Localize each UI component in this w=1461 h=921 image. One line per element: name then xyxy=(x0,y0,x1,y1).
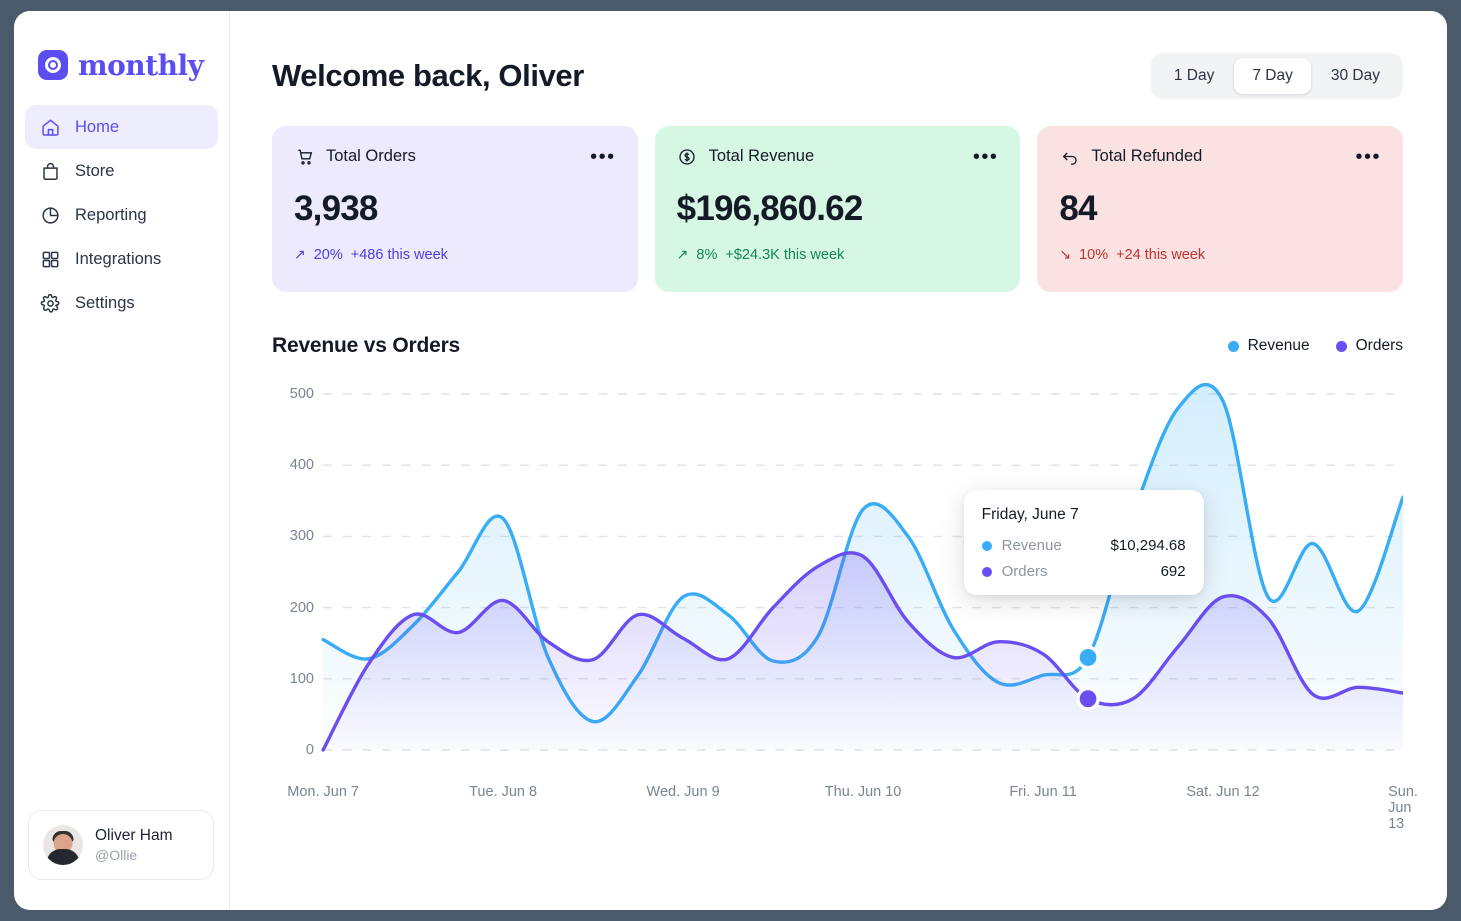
x-axis-labels: Mon. Jun 7 Tue. Jun 8 Wed. Jun 9 Thu. Jun 1… xyxy=(272,784,1418,832)
app-window: monthly Home Store Reporting Integration… xyxy=(14,11,1447,910)
dollar-circle-icon xyxy=(677,146,698,167)
revenue-vs-orders-chart[interactable]: 0 100 200 300 400 500 Mon. Jun 7 Tue. Jun 8 Wed… xyxy=(272,380,1418,832)
sidebar-item-settings[interactable]: Settings xyxy=(25,281,218,325)
brand-logo[interactable]: monthly xyxy=(14,11,229,83)
tooltip-title: Friday, June 7 xyxy=(981,506,1079,523)
legend-color-swatch xyxy=(1227,340,1239,352)
card-value: 84 xyxy=(1059,189,1097,228)
sidebar-item-integrations[interactable]: Integrations xyxy=(25,237,218,281)
stat-card-total-orders: Total Orders ••• 3,938 ↗ 20% +486 this w… xyxy=(272,126,638,292)
stat-card-total-refunded: Total Refunded ••• 84 ↘ 10% +24 this wee… xyxy=(1037,126,1404,292)
ellipsis-icon[interactable]: ••• xyxy=(1356,147,1382,167)
user-profile-card[interactable]: Oliver Ham @Ollie xyxy=(28,810,214,880)
avatar xyxy=(43,825,83,865)
tooltip-series-value: 692 xyxy=(1160,563,1186,580)
stat-cards: Total Orders ••• 3,938 ↗ 20% +486 this w… xyxy=(272,126,1404,292)
card-delta: +24 this week xyxy=(1116,246,1206,263)
x-axis-tick: Wed. Jun 9 xyxy=(646,784,720,800)
sidebar-item-label: Integrations xyxy=(75,249,162,268)
sidebar-item-reporting[interactable]: Reporting xyxy=(25,193,218,237)
card-percent: 8% xyxy=(696,246,718,263)
home-icon xyxy=(40,117,61,138)
page-title: Welcome back, Oliver xyxy=(272,58,584,93)
card-value: 3,938 xyxy=(294,189,378,228)
sidebar-item-store[interactable]: Store xyxy=(25,149,218,193)
card-label: Total Refunded xyxy=(1091,147,1203,165)
chart-tooltip: Friday, June 7 Revenue $10,294.68 Orders… xyxy=(963,490,1204,595)
chart-title: Revenue vs Orders xyxy=(272,334,461,357)
profile-name: Oliver Ham xyxy=(95,827,173,845)
x-axis-tick: Fri. Jun 11 xyxy=(1009,784,1077,800)
ellipsis-icon[interactable]: ••• xyxy=(973,147,999,167)
x-axis-tick: Thu. Jun 10 xyxy=(824,784,902,800)
card-percent: 20% xyxy=(313,246,343,263)
sidebar-item-home[interactable]: Home xyxy=(25,105,218,149)
x-axis-tick: Sun. Jun 13 xyxy=(1388,784,1418,832)
card-value: $196,860.62 xyxy=(676,189,864,228)
sidebar-item-label: Store xyxy=(75,161,115,180)
legend-color-swatch xyxy=(1335,340,1347,352)
chart-plot xyxy=(272,380,1403,780)
target-dot-icon xyxy=(38,50,68,80)
tooltip-series-name: Orders xyxy=(1001,563,1048,580)
range-7-day[interactable]: 7 Day xyxy=(1234,58,1311,94)
pie-chart-icon xyxy=(40,205,61,226)
sidebar-item-label: Settings xyxy=(75,293,135,312)
x-axis-tick: Mon. Jun 7 xyxy=(287,784,360,800)
chart-legend: Revenue Orders xyxy=(1227,337,1403,355)
sidebar-item-label: Reporting xyxy=(75,205,147,224)
tooltip-row-orders: Orders 692 xyxy=(981,563,1186,580)
range-1-day[interactable]: 1 Day xyxy=(1156,58,1233,94)
grid-icon xyxy=(40,249,61,270)
chart-marker-revenue[interactable] xyxy=(1079,648,1097,666)
chart-marker-orders[interactable] xyxy=(1079,690,1097,708)
topbar: Welcome back, Oliver 1 Day 7 Day 30 Day xyxy=(272,11,1403,99)
legend-label: Revenue xyxy=(1247,337,1310,354)
legend-item-orders[interactable]: Orders xyxy=(1335,337,1403,355)
card-percent: 10% xyxy=(1079,246,1109,263)
shopping-cart-icon xyxy=(294,146,315,167)
legend-label: Orders xyxy=(1355,337,1403,354)
range-30-day[interactable]: 30 Day xyxy=(1313,58,1398,94)
ellipsis-icon[interactable]: ••• xyxy=(590,147,616,167)
card-delta: +$24.3K this week xyxy=(725,246,845,263)
card-label: Total Revenue xyxy=(708,147,815,165)
sidebar-nav: Home Store Reporting Integrations Settin… xyxy=(14,105,229,325)
x-axis-tick: Tue. Jun 8 xyxy=(469,784,538,800)
return-arrow-icon xyxy=(1059,146,1080,167)
sidebar-item-label: Home xyxy=(75,117,120,136)
main-content: Welcome back, Oliver 1 Day 7 Day 30 Day … xyxy=(230,11,1447,910)
bag-icon xyxy=(40,161,61,182)
stat-card-total-revenue: Total Revenue ••• $196,860.62 ↗ 8% +$24.… xyxy=(654,126,1021,292)
tooltip-series-value: $10,294.68 xyxy=(1110,537,1186,554)
date-range-toggle: 1 Day 7 Day 30 Day xyxy=(1150,53,1403,99)
x-axis-tick: Sat. Jun 12 xyxy=(1186,784,1260,800)
chart-header: Revenue vs Orders Revenue Orders xyxy=(272,334,1403,358)
profile-handle: @Ollie xyxy=(95,846,138,863)
tooltip-series-name: Revenue xyxy=(1001,537,1062,554)
arrow-up-right-icon: ↗ xyxy=(294,246,306,262)
tooltip-row-revenue: Revenue $10,294.68 xyxy=(981,537,1186,554)
tooltip-color-swatch xyxy=(981,566,992,577)
tooltip-color-swatch xyxy=(981,540,992,551)
brand-name: monthly xyxy=(78,48,204,82)
legend-item-revenue[interactable]: Revenue xyxy=(1227,337,1310,355)
card-delta: +486 this week xyxy=(350,246,448,263)
arrow-down-right-icon: ↘ xyxy=(1059,246,1072,262)
arrow-up-right-icon: ↗ xyxy=(676,246,689,262)
card-label: Total Orders xyxy=(326,147,416,165)
sidebar: monthly Home Store Reporting Integration… xyxy=(14,11,230,910)
gear-icon xyxy=(40,293,61,314)
